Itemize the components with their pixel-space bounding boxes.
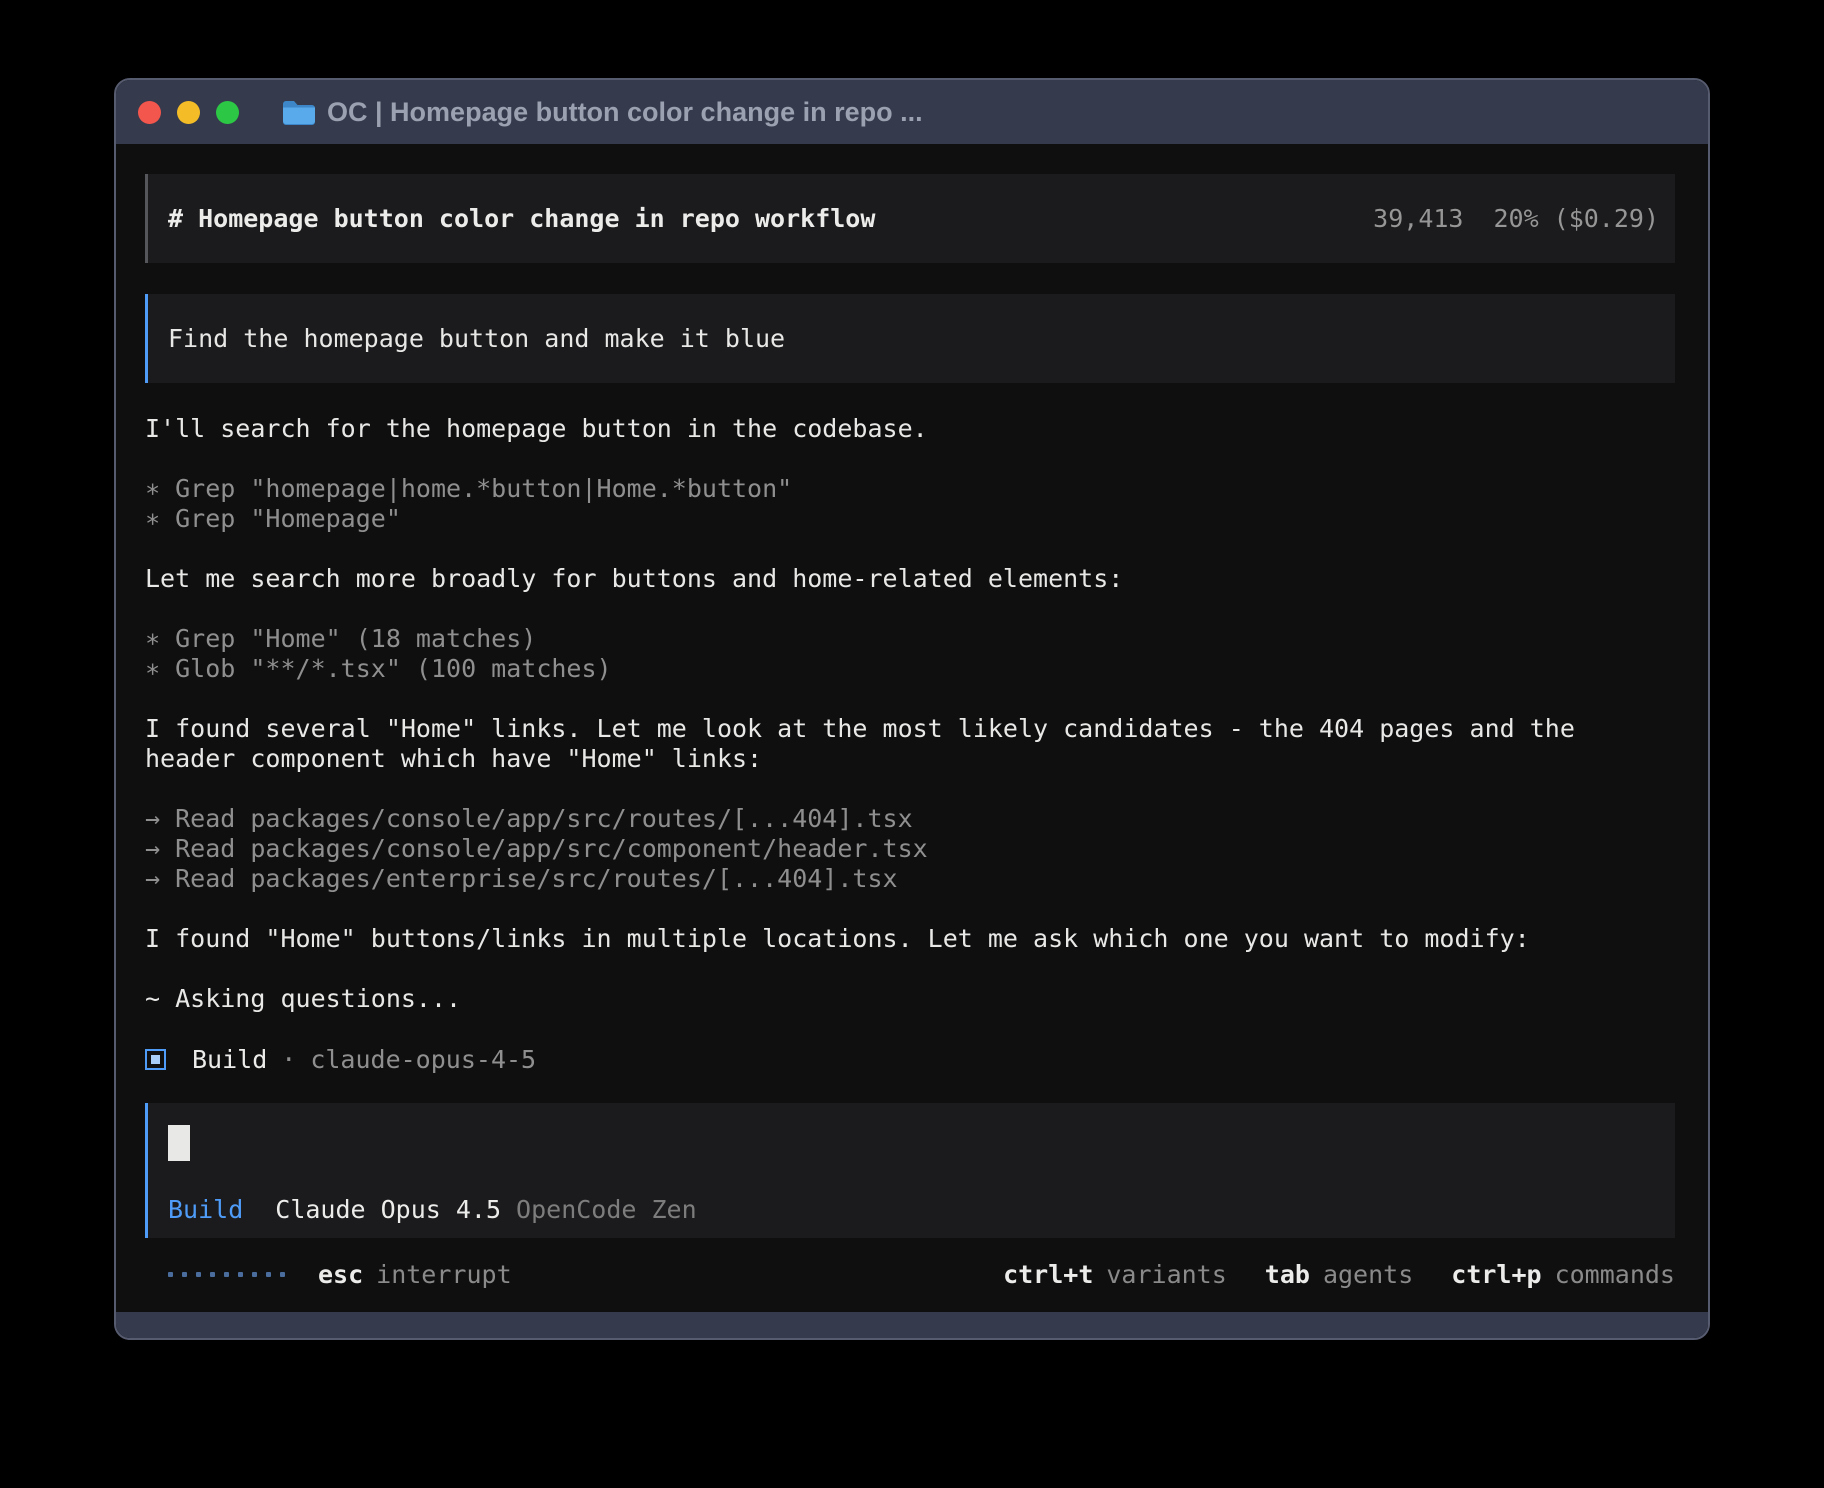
tool-call-group: ∗ Grep "Home" (18 matches) ∗ Glob "**/*.… xyxy=(145,624,1675,684)
shortcut-commands: ctrl+p commands xyxy=(1451,1260,1675,1289)
assistant-message: I found several "Home" links. Let me loo… xyxy=(145,714,1675,774)
assistant-message: I'll search for the homepage button in t… xyxy=(145,414,1675,444)
tool-call-line: ∗ Glob "**/*.tsx" (100 matches) xyxy=(145,654,1675,684)
assistant-status: ~ Asking questions... xyxy=(145,984,1675,1014)
asking-questions-line: ~ Asking questions... xyxy=(145,984,1675,1014)
minimize-button[interactable] xyxy=(177,101,200,124)
tool-call-line: ∗ Grep "Home" (18 matches) xyxy=(145,624,1675,654)
assistant-message-line: header component which have "Home" links… xyxy=(145,744,1675,774)
prompt-input[interactable]: Build Claude Opus 4.5 OpenCode Zen xyxy=(145,1103,1675,1238)
session-stats: 39,413 20% ($0.29) xyxy=(1373,204,1659,233)
tool-call-group: → Read packages/console/app/src/routes/[… xyxy=(145,804,1675,894)
spinner-dots-icon xyxy=(168,1272,285,1277)
assistant-message-line: I'll search for the homepage button in t… xyxy=(145,414,1675,444)
token-count: 39,413 xyxy=(1373,204,1463,233)
close-button[interactable] xyxy=(138,101,161,124)
terminal-content: # Homepage button color change in repo w… xyxy=(116,144,1708,1312)
assistant-message: Let me search more broadly for buttons a… xyxy=(145,564,1675,594)
window-title: OC | Homepage button color change in rep… xyxy=(327,97,923,128)
tool-call-line: ∗ Grep "homepage|home.*button|Home.*butt… xyxy=(145,474,1675,504)
window-titlebar[interactable]: OC | Homepage button color change in rep… xyxy=(116,80,1708,144)
shortcut-group-right: ctrl+t variants tab agents ctrl+p comman… xyxy=(1003,1260,1675,1289)
input-footer: Build Claude Opus 4.5 OpenCode Zen xyxy=(168,1195,697,1224)
terminal-window: OC | Homepage button color change in rep… xyxy=(114,78,1710,1340)
shortcut-key: ctrl+t xyxy=(1003,1260,1093,1289)
session-cost: ($0.29) xyxy=(1554,204,1659,233)
shortcut-label: variants xyxy=(1106,1260,1226,1289)
assistant-message-line: I found "Home" buttons/links in multiple… xyxy=(145,924,1675,954)
tool-call-line: → Read packages/console/app/src/componen… xyxy=(145,834,1675,864)
assistant-message-line: Let me search more broadly for buttons a… xyxy=(145,564,1675,594)
session-header: # Homepage button color change in repo w… xyxy=(145,174,1675,263)
tool-call-line: → Read packages/console/app/src/routes/[… xyxy=(145,804,1675,834)
user-message: Find the homepage button and make it blu… xyxy=(145,294,1675,383)
shortcut-interrupt: esc interrupt xyxy=(318,1260,512,1289)
shortcut-key: esc xyxy=(318,1260,363,1289)
context-percent: 20% xyxy=(1493,204,1538,233)
shortcut-label: commands xyxy=(1555,1260,1675,1289)
tool-call-line: ∗ Grep "Homepage" xyxy=(145,504,1675,534)
separator-dot: · xyxy=(281,1045,296,1074)
input-mode-label[interactable]: Build xyxy=(168,1195,243,1224)
shortcut-key: tab xyxy=(1265,1260,1310,1289)
desktop: OC | Homepage button color change in rep… xyxy=(0,0,1824,1488)
input-provider-name: OpenCode Zen xyxy=(516,1195,697,1224)
shortcut-variants: ctrl+t variants xyxy=(1003,1260,1227,1289)
folder-icon xyxy=(281,98,315,126)
shortcut-key: ctrl+p xyxy=(1451,1260,1541,1289)
assistant-message: I found "Home" buttons/links in multiple… xyxy=(145,924,1675,954)
tool-call-line: → Read packages/enterprise/src/routes/[.… xyxy=(145,864,1675,894)
shortcut-label: agents xyxy=(1323,1260,1413,1289)
tool-call-group: ∗ Grep "homepage|home.*button|Home.*butt… xyxy=(145,474,1675,534)
user-message-text: Find the homepage button and make it blu… xyxy=(168,324,785,353)
agent-name: Build xyxy=(192,1045,267,1074)
input-model-name[interactable]: Claude Opus 4.5 xyxy=(275,1195,501,1224)
session-title: # Homepage button color change in repo w… xyxy=(168,204,1373,233)
status-bar: esc interrupt ctrl+t variants tab agents… xyxy=(145,1256,1675,1292)
shortcut-agents: tab agents xyxy=(1265,1260,1413,1289)
assistant-message-line: I found several "Home" links. Let me loo… xyxy=(145,714,1675,744)
shortcut-label: interrupt xyxy=(376,1260,511,1289)
agent-status-line: Build · claude-opus-4-5 xyxy=(145,1044,1675,1074)
zoom-button[interactable] xyxy=(216,101,239,124)
agent-icon xyxy=(145,1049,166,1070)
window-footer xyxy=(116,1312,1708,1338)
agent-model-id: claude-opus-4-5 xyxy=(310,1045,536,1074)
text-cursor xyxy=(168,1125,190,1161)
